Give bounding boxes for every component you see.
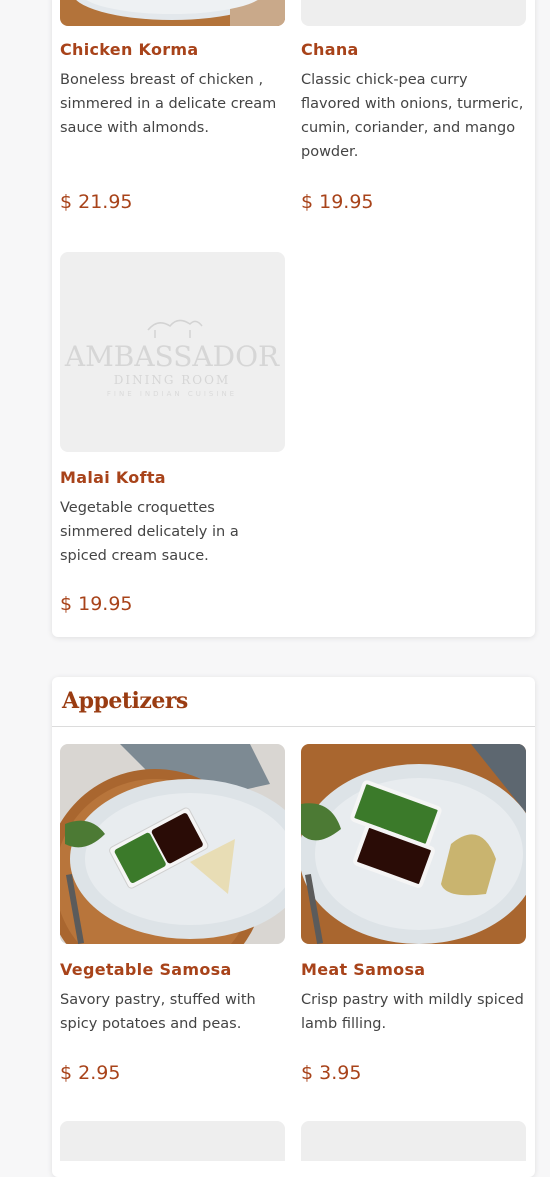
menu-item[interactable]: Meat Samosa Crisp pastry with mildly spi… (301, 744, 527, 1036)
item-description: Savory pastry, stuffed with spicy potato… (60, 992, 256, 1032)
appetizers-category-card: Appetizers Vegetable Samosa Savory pastr… (52, 677, 535, 1177)
item-description: Crisp pastry with mildly spiced lamb fil… (301, 992, 524, 1032)
category-header: Appetizers (52, 677, 535, 727)
item-price: $ 3.95 (301, 1062, 362, 1084)
menu-item[interactable]: AMBASSADOR DINING ROOM FINE INDIAN CUISI… (60, 252, 286, 568)
menu-category-card: Chicken Korma Boneless breast of chicken… (52, 0, 535, 637)
meat-samosa-image[interactable] (301, 744, 526, 944)
item-image-partial[interactable] (60, 1121, 285, 1161)
item-description: Boneless breast of chicken , simmered in… (60, 72, 277, 136)
item-name: Chana (301, 40, 359, 59)
logo-subtitle: DINING ROOM (114, 373, 231, 387)
item-price: $ 19.95 (60, 593, 133, 615)
item-price: $ 2.95 (60, 1062, 121, 1084)
category-title: Appetizers (62, 688, 188, 714)
item-price: $ 19.95 (301, 191, 374, 213)
placeholder-logo-image[interactable]: AMBASSADOR DINING ROOM FINE INDIAN CUISI… (60, 252, 285, 452)
menu-item[interactable]: Vegetable Samosa Savory pastry, stuffed … (60, 744, 286, 1036)
vegetable-samosa-image[interactable] (60, 744, 285, 944)
logo-tagline: FINE INDIAN CUISINE (107, 390, 237, 398)
item-name: Vegetable Samosa (60, 960, 232, 979)
menu-item[interactable]: Chana Classic chick-pea curry flavored w… (301, 40, 527, 164)
chicken-korma-image[interactable] (60, 0, 285, 26)
item-price: $ 21.95 (60, 191, 133, 213)
item-description: Classic chick-pea curry flavored with on… (301, 72, 524, 160)
item-name: Malai Kofta (60, 468, 166, 487)
item-image-partial[interactable] (301, 1121, 526, 1161)
item-name: Chicken Korma (60, 40, 199, 59)
menu-item[interactable]: Chicken Korma Boneless breast of chicken… (60, 40, 286, 140)
chana-image[interactable] (301, 0, 526, 26)
item-name: Meat Samosa (301, 960, 426, 979)
logo-title: AMBASSADOR (64, 340, 280, 373)
item-description: Vegetable croquettes simmered delicately… (60, 500, 239, 564)
